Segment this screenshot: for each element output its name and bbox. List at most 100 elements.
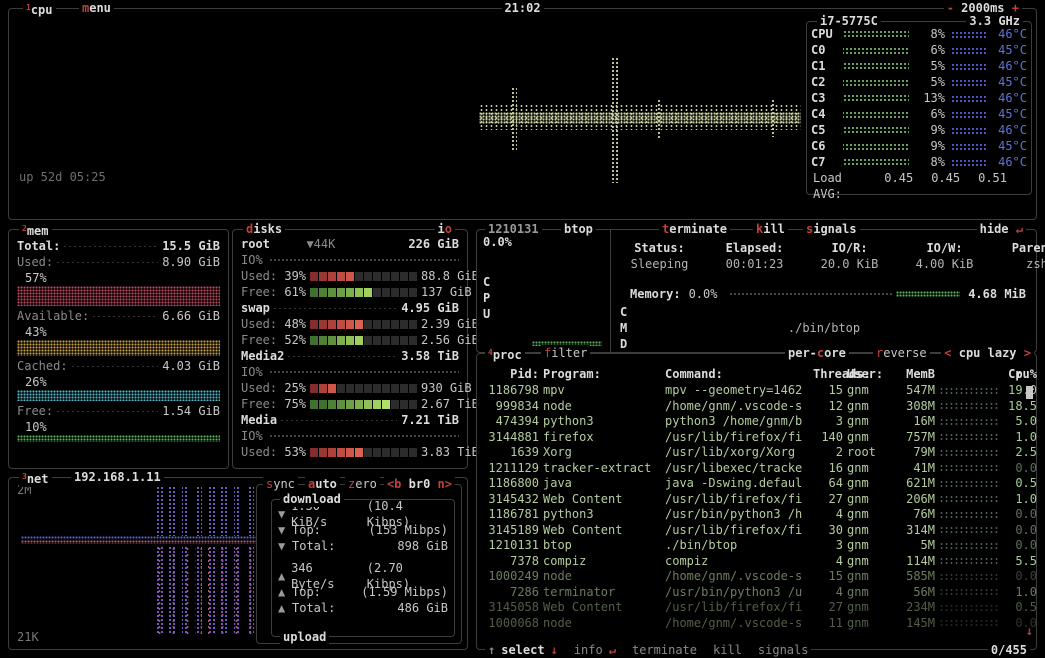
cpu-core-rows: CPU 8% 46°C C0 6% 45°C — [807, 22, 1031, 170]
mem-entry-row: Used: 8.90 GiB — [17, 254, 220, 270]
mem-entry-value: 4.03 GiB — [162, 358, 220, 374]
detail-pid: 1210131 — [485, 221, 542, 237]
disk-free-percent: 52% — [277, 332, 306, 348]
core-usage-graph — [843, 78, 909, 86]
sync-button[interactable]: sync — [263, 476, 298, 492]
col-header-pid[interactable]: Pid: — [481, 366, 539, 382]
process-scrollbar[interactable] — [1026, 386, 1033, 399]
process-cpu-percent: 1.0 — [1003, 584, 1037, 600]
zero-button[interactable]: zero — [345, 476, 380, 492]
process-row[interactable]: 3145189 Web Content /usr/lib/firefox/fi … — [477, 522, 1036, 538]
core-usage-graph — [843, 62, 909, 70]
process-row[interactable]: 1000068 node /home/gnm/.vscode-s 11 gnm … — [477, 615, 1036, 631]
mem-entry-label: Free: — [17, 403, 53, 419]
mem-entry-row: Free: 1.54 GiB — [17, 403, 220, 419]
menu-button[interactable]: menu — [79, 0, 114, 16]
process-row[interactable]: 1639 Xorg /usr/lib/xorg/Xorg 2 root 79M … — [477, 444, 1036, 460]
process-row[interactable]: 1000249 node /home/gnm/.vscode-s 15 gnm … — [477, 568, 1036, 584]
reverse-button[interactable]: reverse — [873, 345, 930, 361]
process-program: firefox — [543, 429, 661, 445]
auto-button[interactable]: auto — [305, 476, 340, 492]
disk-io-activity: ▼44K — [306, 236, 335, 252]
sort-selector[interactable]: < cpu lazy > — [941, 345, 1034, 361]
process-command: python3 /home/gnm/b — [665, 413, 809, 429]
disk-meter — [310, 384, 417, 393]
net-box-title[interactable]: 3net — [19, 469, 52, 487]
col-header-mem[interactable]: MemB — [889, 366, 935, 382]
info-enter-icon[interactable]: ↵ — [609, 642, 616, 658]
download-arrow-icon: ▼ — [278, 506, 291, 522]
process-row[interactable]: 999834 node /home/gnm/.vscode-s 12 gnm 3… — [477, 398, 1036, 414]
disk-meter — [310, 448, 417, 457]
core-usage-graph — [843, 30, 909, 38]
process-threads: 30 — [813, 522, 843, 538]
footer-kill-button[interactable]: kill — [713, 642, 742, 658]
signals-button[interactable]: signals — [803, 221, 860, 237]
interface-prev-button[interactable]: <b — [387, 477, 401, 491]
kill-button[interactable]: kill — [753, 221, 788, 237]
col-header-user[interactable]: User: — [847, 366, 885, 382]
footer-terminate-button[interactable]: terminate — [632, 642, 697, 658]
process-pid: 7286 — [481, 584, 539, 600]
net-stat-row: ▼ 1.30 KiB/s (10.4 Kibps) — [278, 506, 448, 522]
sort-next-icon[interactable]: > — [1024, 346, 1031, 360]
io-mode-button[interactable]: io — [435, 221, 455, 237]
refresh-minus-button[interactable]: - — [947, 1, 954, 15]
select-button[interactable]: select — [501, 642, 544, 658]
process-threads: 27 — [813, 599, 843, 615]
process-cpu-graph — [939, 542, 999, 549]
process-program: node — [543, 568, 661, 584]
process-row[interactable]: 7286 terminator /usr/bin/python3 /u 4 gn… — [477, 584, 1036, 600]
mem-entry-percent: 43% — [17, 324, 220, 340]
net-graph-baseline-download — [21, 536, 261, 539]
footer-signals-button[interactable]: signals — [758, 642, 809, 658]
cpu-box-title[interactable]: 1cpu — [23, 0, 56, 18]
process-row[interactable]: 1210131 btop ./bin/btop 3 gnm 5M 0.0 — [477, 537, 1036, 553]
select-down-icon[interactable]: ↓ — [551, 642, 558, 658]
disk-free-label: Free: — [241, 284, 277, 300]
process-program: python3 — [543, 413, 661, 429]
mem-entry-graph — [17, 286, 220, 306]
process-row[interactable]: 7378 compiz compiz 4 gnm 114M 5.5 — [477, 553, 1036, 569]
process-row[interactable]: 474394 python3 python3 /home/gnm/b 3 gnm… — [477, 413, 1036, 429]
disk-io-row: IO% — [241, 252, 459, 268]
col-header-program[interactable]: Program: — [543, 366, 661, 382]
col-header-command[interactable]: Command: — [665, 366, 809, 382]
process-program: java — [543, 475, 661, 491]
sort-prev-icon[interactable]: < — [944, 346, 951, 360]
mem-entry-value: 8.90 GiB — [162, 254, 220, 270]
detail-header: Parent: — [992, 240, 1045, 256]
interface-next-button[interactable]: n> — [438, 477, 452, 491]
cpu-graph-spike — [511, 87, 517, 151]
interface-switcher[interactable]: <b br0 n> — [384, 476, 455, 492]
core-usage-graph — [843, 110, 909, 118]
scroll-down-icon[interactable]: ↓ — [1026, 623, 1033, 639]
process-row[interactable]: 3144881 firefox /usr/lib/firefox/fi 140 … — [477, 429, 1036, 445]
core-name: C6 — [811, 138, 843, 154]
proc-box-title[interactable]: 4proc — [485, 345, 525, 363]
disk-meter — [310, 336, 417, 345]
process-row[interactable]: 1186798 mpv mpv --geometry=1462 15 gnm 5… — [477, 382, 1036, 398]
per-core-button[interactable]: per-core — [785, 345, 849, 361]
process-cpu-percent: 2.5 — [1003, 444, 1037, 460]
col-header-threads[interactable]: Threads: — [813, 366, 843, 382]
process-user: gnm — [847, 553, 885, 569]
filter-button[interactable]: filter — [541, 345, 590, 361]
process-row[interactable]: 1211129 tracker-extract /usr/libexec/tra… — [477, 460, 1036, 476]
process-cpu-percent: 5.5 — [1003, 553, 1037, 569]
hide-button[interactable]: hide ↵ — [977, 221, 1026, 237]
select-up-icon[interactable]: ↑ — [488, 642, 495, 658]
mem-total-value: 15.5 GiB — [162, 238, 220, 254]
disk-io-label: IO% — [241, 252, 263, 268]
detail-memory-percent: 0.0% — [689, 286, 718, 302]
mem-entry: Used: 8.90 GiB 57% — [17, 254, 220, 306]
process-row[interactable]: 1186800 java java -Dswing.defaul 64 gnm … — [477, 475, 1036, 491]
net-stat-label: Top: — [292, 522, 321, 538]
terminate-button[interactable]: terminate — [659, 221, 730, 237]
process-row[interactable]: 3145432 Web Content /usr/lib/firefox/fi … — [477, 491, 1036, 507]
info-button[interactable]: info — [574, 642, 603, 658]
net-upload-graph — [156, 546, 262, 634]
process-row[interactable]: 3145058 Web Content /usr/lib/firefox/fi … — [477, 599, 1036, 615]
process-row[interactable]: 1186781 python3 /usr/bin/python3 /h 4 gn… — [477, 506, 1036, 522]
mem-box-title[interactable]: 2mem — [19, 221, 52, 239]
